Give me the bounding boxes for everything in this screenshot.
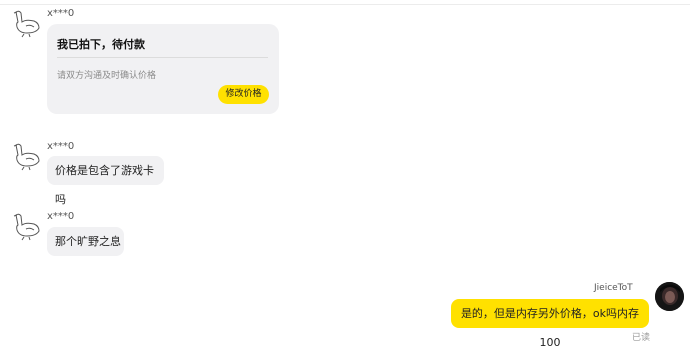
top-divider [0, 4, 690, 5]
sender-name: x***0 [47, 8, 75, 19]
order-card-title: 我已拍下，待付款 [57, 38, 145, 51]
goose-avatar-icon[interactable] [12, 211, 42, 241]
my-name: JieiceToT [594, 283, 633, 293]
goose-avatar-icon[interactable] [12, 8, 42, 38]
sender-name: x***0 [47, 211, 75, 222]
order-card-hint: 请双方沟通及时确认价格 [57, 71, 157, 81]
message-bubble: 价格是包含了游戏卡吗 [47, 156, 164, 206]
my-message-bubble: 是的，但是内存另外价格，ok吗内存100 [451, 299, 649, 349]
modify-price-button[interactable]: 修改价格 [218, 85, 269, 104]
my-avatar[interactable] [655, 282, 684, 311]
order-card: 我已拍下，待付款 请双方沟通及时确认价格 修改价格 [47, 24, 279, 114]
message-bubble: 那个旷野之息 [47, 227, 124, 256]
goose-avatar-icon[interactable] [12, 141, 42, 171]
order-card-divider [57, 57, 268, 58]
sender-name: x***0 [47, 141, 75, 152]
read-status: 已读 [632, 333, 651, 343]
